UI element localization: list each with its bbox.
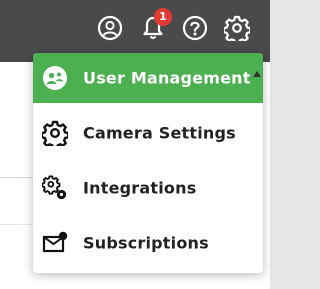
integrations-icon	[42, 175, 68, 201]
menu-item-integrations[interactable]: Integrations	[33, 163, 263, 213]
menu-item-label: Camera Settings	[83, 123, 236, 143]
notification-badge: 1	[154, 8, 172, 26]
user-management-icon	[42, 65, 68, 91]
caret-up-icon	[253, 71, 261, 77]
gear-icon	[42, 120, 68, 146]
menu-item-label: Subscriptions	[83, 233, 209, 253]
menu-item-user-management[interactable]: User Management	[33, 53, 263, 103]
help-icon[interactable]	[181, 14, 209, 42]
menu-item-subscriptions[interactable]: Subscriptions	[33, 218, 263, 268]
menu-item-camera-settings[interactable]: Camera Settings	[33, 108, 263, 158]
settings-dropdown-menu: User Management Camera Settings Integrat…	[33, 53, 263, 273]
account-icon[interactable]	[96, 14, 124, 42]
subscriptions-icon	[42, 230, 68, 256]
menu-item-label: Integrations	[83, 178, 197, 198]
menu-item-label: User Management	[83, 68, 251, 88]
gear-icon[interactable]	[223, 14, 251, 42]
